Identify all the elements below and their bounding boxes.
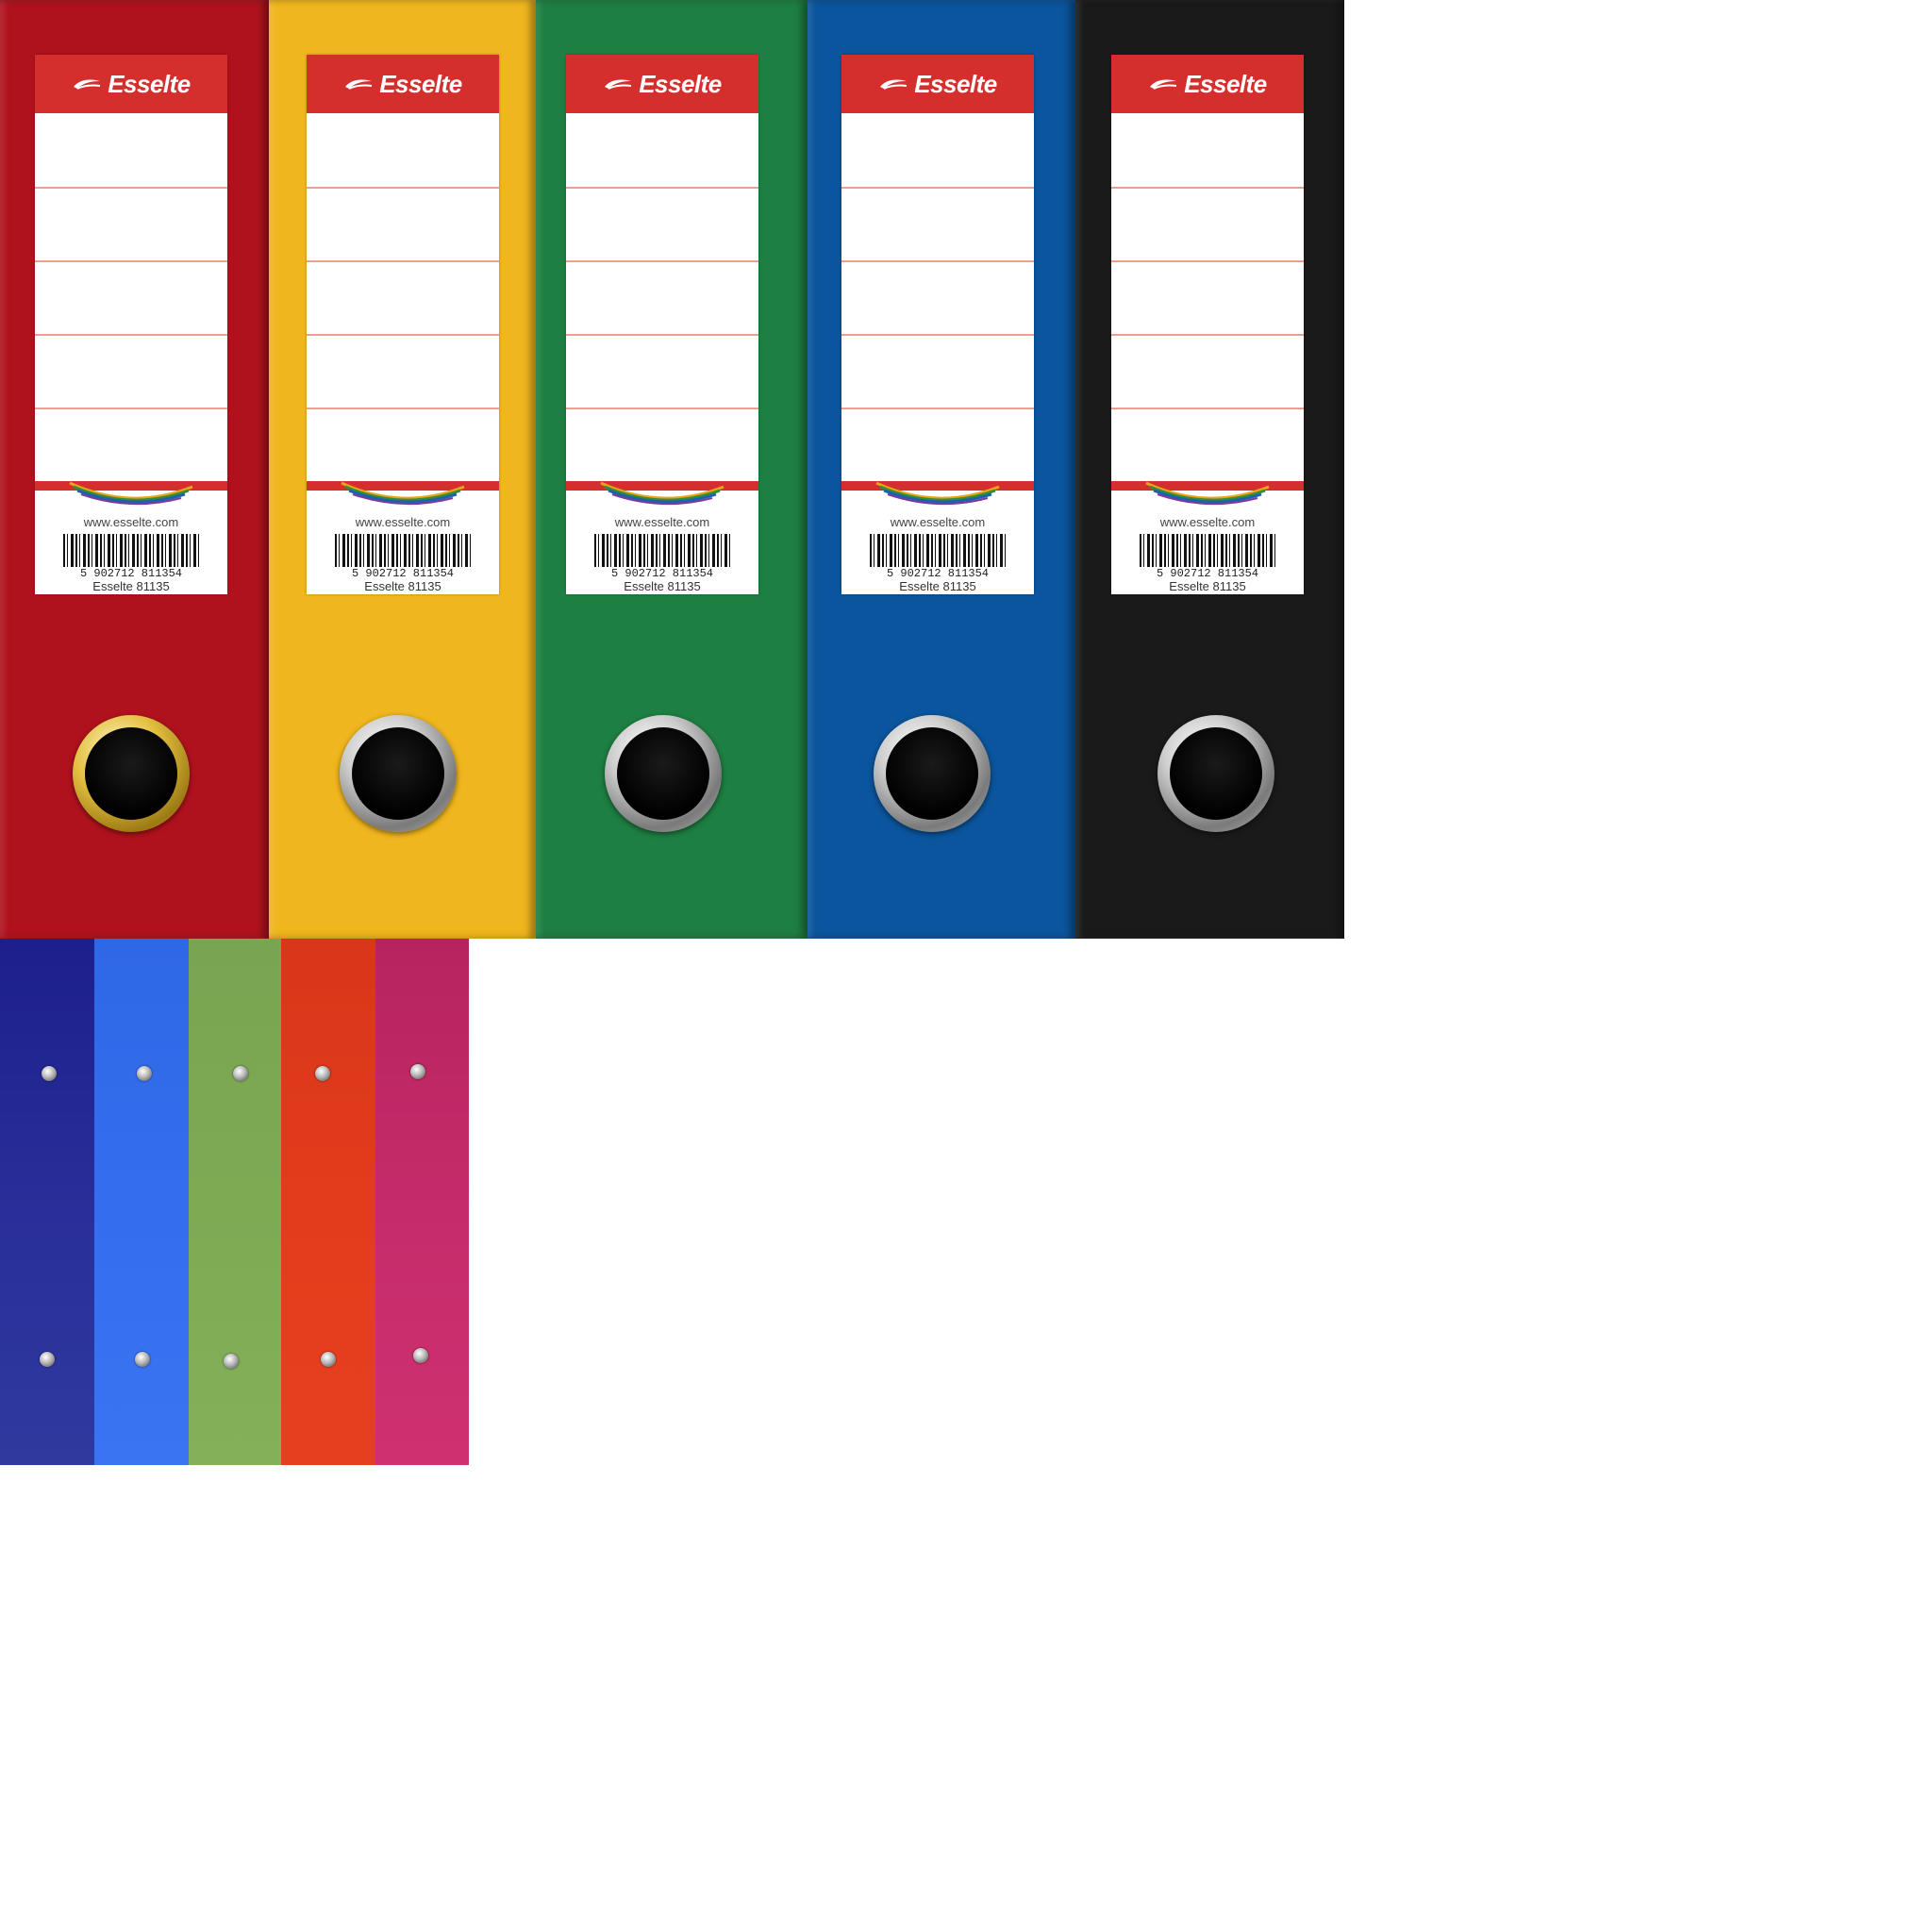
olive-spine: [189, 939, 281, 1465]
writing-line: [566, 260, 758, 262]
eyelet: [410, 1064, 425, 1079]
spine-label: Esselte www.esselte.com 5 902712 811354 …: [35, 55, 227, 594]
barcode-number: 5 902712 811354: [35, 567, 227, 580]
barcode-number: 5 902712 811354: [841, 567, 1034, 580]
color-waves-icon: [600, 481, 724, 506]
barcode-number: 5 902712 811354: [1111, 567, 1304, 580]
model-number: Esselte 81135: [92, 579, 170, 593]
website-url: www.esselte.com: [614, 515, 710, 529]
yellow-binder: Esselte www.esselte.com 5 902712 811354 …: [269, 0, 536, 939]
writing-line: [841, 187, 1034, 189]
brand-header: Esselte: [1111, 55, 1304, 113]
model-number: Esselte 81135: [899, 579, 976, 593]
brand-name: Esselte: [108, 69, 191, 98]
model-number: Esselte 81135: [364, 579, 441, 593]
writing-line: [35, 187, 227, 189]
writing-line: [1111, 408, 1304, 409]
esselte-logo-icon: [1150, 79, 1177, 90]
spine-label: Esselte www.esselte.com 5 902712 811354 …: [1111, 55, 1304, 594]
navy-spine: [0, 939, 94, 1465]
spine-label: Esselte www.esselte.com 5 902712 811354 …: [307, 55, 499, 594]
barcode: [335, 534, 471, 570]
finger-ring: [340, 715, 457, 832]
lever-arch-binders: Esselte www.esselte.com 5 902712 811354 …: [0, 0, 1349, 939]
writing-line: [35, 334, 227, 336]
writing-line: [566, 187, 758, 189]
website-url: www.esselte.com: [890, 515, 986, 529]
glossy-spines: [0, 939, 469, 1465]
brand-name: Esselte: [914, 69, 997, 98]
model-number: Esselte 81135: [1169, 579, 1246, 593]
esselte-logo-icon: [605, 79, 632, 90]
writing-line: [566, 408, 758, 409]
black-binder: Esselte www.esselte.com 5 902712 811354 …: [1075, 0, 1344, 939]
finger-ring: [874, 715, 991, 832]
writing-line: [307, 408, 499, 409]
eyelet: [233, 1066, 248, 1081]
writing-line: [1111, 334, 1304, 336]
website-url: www.esselte.com: [83, 515, 179, 529]
barcode: [63, 534, 199, 570]
brand-header: Esselte: [566, 55, 758, 113]
brand-header: Esselte: [307, 55, 499, 113]
red-binder: Esselte www.esselte.com 5 902712 811354 …: [0, 0, 269, 939]
finger-hole: [85, 727, 177, 820]
finger-hole: [886, 727, 978, 820]
esselte-logo-icon: [345, 79, 373, 90]
brand-header: Esselte: [35, 55, 227, 113]
writing-line: [307, 187, 499, 189]
esselte-logo-icon: [74, 79, 101, 90]
color-waves-icon: [875, 481, 1000, 506]
brand-name: Esselte: [639, 69, 722, 98]
eyelet: [315, 1066, 330, 1081]
eyelet: [224, 1354, 239, 1369]
barcode-number: 5 902712 811354: [307, 567, 499, 580]
eyelet: [321, 1352, 336, 1367]
eyelet: [42, 1066, 57, 1081]
writing-line: [841, 408, 1034, 409]
finger-ring: [1158, 715, 1274, 832]
writing-line: [841, 334, 1034, 336]
writing-line: [307, 334, 499, 336]
writing-line: [35, 260, 227, 262]
brand-name: Esselte: [1184, 69, 1267, 98]
brand-header: Esselte: [841, 55, 1034, 113]
writing-line: [1111, 260, 1304, 262]
website-url: www.esselte.com: [1159, 515, 1256, 529]
writing-line: [841, 260, 1034, 262]
spine-label: Esselte www.esselte.com 5 902712 811354 …: [566, 55, 758, 594]
blue-binder: Esselte www.esselte.com 5 902712 811354 …: [808, 0, 1075, 939]
website-url: www.esselte.com: [355, 515, 451, 529]
green-binder: Esselte www.esselte.com 5 902712 811354 …: [536, 0, 808, 939]
color-waves-icon: [69, 481, 193, 506]
eyelet: [137, 1066, 152, 1081]
writing-line: [566, 334, 758, 336]
barcode: [594, 534, 730, 570]
color-waves-icon: [1145, 481, 1270, 506]
writing-line: [307, 260, 499, 262]
eyelet: [413, 1348, 428, 1363]
eyelet: [135, 1352, 150, 1367]
brand-name: Esselte: [379, 69, 462, 98]
eyelet: [40, 1352, 55, 1367]
barcode: [870, 534, 1006, 570]
model-number: Esselte 81135: [624, 579, 701, 593]
barcode: [1140, 534, 1275, 570]
finger-hole: [1170, 727, 1262, 820]
barcode-number: 5 902712 811354: [566, 567, 758, 580]
writing-line: [35, 408, 227, 409]
magenta-spine: [375, 939, 469, 1465]
blue-spine: [94, 939, 189, 1465]
writing-line: [1111, 187, 1304, 189]
color-waves-icon: [341, 481, 465, 506]
finger-hole: [617, 727, 709, 820]
finger-ring: [73, 715, 190, 832]
esselte-logo-icon: [880, 79, 908, 90]
finger-ring: [605, 715, 722, 832]
spine-label: Esselte www.esselte.com 5 902712 811354 …: [841, 55, 1034, 594]
orange-spine: [281, 939, 375, 1465]
finger-hole: [352, 727, 444, 820]
